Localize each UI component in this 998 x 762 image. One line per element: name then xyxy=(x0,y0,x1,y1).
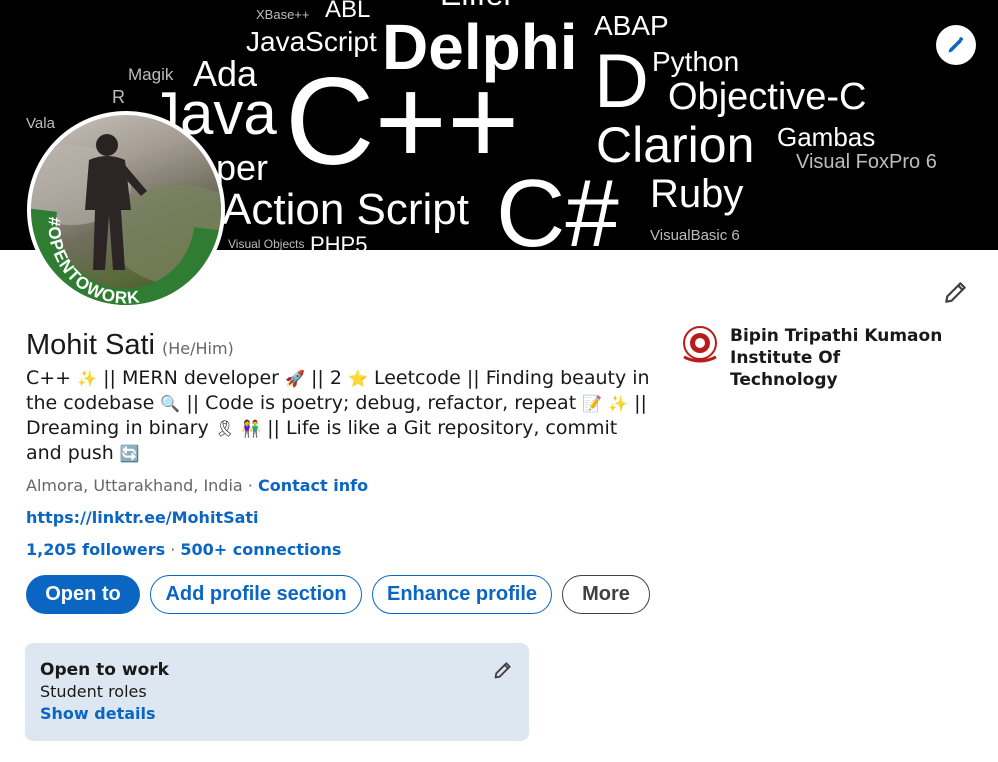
banner-word: ABL xyxy=(325,0,371,23)
banner-word: R xyxy=(112,87,125,107)
open-to-work-card: Open to work Student roles Show details xyxy=(25,643,529,741)
headline-text: || 2 xyxy=(310,367,342,389)
open-to-work-subtitle: Student roles xyxy=(40,682,147,701)
banner-word: PHP5 xyxy=(310,232,368,251)
banner-word: Ruby xyxy=(650,172,744,216)
followers-link[interactable]: 1,205 followers xyxy=(26,540,165,559)
edit-open-to-work-button[interactable] xyxy=(489,656,517,684)
location-text: Almora, Uttarakhand, India xyxy=(26,476,243,495)
edit-banner-button[interactable] xyxy=(936,25,976,65)
avatar: #OPENTOWORK xyxy=(31,115,221,305)
location-separator: · xyxy=(242,476,258,495)
banner-word: D xyxy=(594,39,649,124)
location-row: Almora, Uttarakhand, India · Contact inf… xyxy=(26,476,368,495)
banner-word: Visual FoxPro 6 xyxy=(796,151,937,173)
banner-word: Clarion xyxy=(596,117,755,173)
pencil-icon xyxy=(494,662,511,679)
sparkles-icon: ✨ xyxy=(77,369,98,388)
education-entry[interactable]: Bipin Tripathi Kumaon Institute Of Techn… xyxy=(680,325,950,391)
open-to-work-title: Open to work xyxy=(40,660,169,680)
banner-word: Python xyxy=(652,46,740,77)
school-name: Bipin Tripathi Kumaon Institute Of Techn… xyxy=(730,326,943,390)
pencil-icon xyxy=(945,282,966,303)
show-details-link[interactable]: Show details xyxy=(40,703,514,725)
profile-photo[interactable]: #OPENTOWORK xyxy=(27,111,225,309)
ribbon-icon: 🎗 xyxy=(214,419,236,438)
sparkles-icon: ✨ xyxy=(608,394,629,413)
website-link[interactable]: https://linktr.ee/MohitSati xyxy=(26,508,259,527)
banner-word: Visual Objects xyxy=(228,237,305,250)
school-logo-icon xyxy=(683,326,717,363)
magnifier-icon: 🔍 xyxy=(160,394,181,413)
banner-word: VisualBasic 6 xyxy=(650,227,740,244)
memo-icon: 📝 xyxy=(582,394,603,413)
profile-headline: C++ ✨ || MERN developer 🚀 || 2 ⭐ Leetcod… xyxy=(26,366,656,466)
rocket-icon: 🚀 xyxy=(285,369,305,388)
banner-word: per xyxy=(216,147,269,188)
repeat-icon: 🔄 xyxy=(119,444,140,463)
banner-word: Eiffel xyxy=(440,0,511,10)
connections-link[interactable]: 500+ connections xyxy=(180,540,341,559)
pronouns: (He/Him) xyxy=(161,339,234,358)
banner-word: C# xyxy=(496,160,619,251)
contact-info-link[interactable]: Contact info xyxy=(258,476,368,495)
more-button[interactable]: More xyxy=(562,575,650,614)
banner-word: C++ xyxy=(285,53,520,191)
headline-text: || MERN developer xyxy=(103,367,279,389)
headline-text: C++ xyxy=(26,367,72,389)
network-stats: 1,205 followers · 500+ connections xyxy=(26,540,341,559)
banner-word: Objective-C xyxy=(668,76,867,118)
pencil-icon xyxy=(948,37,964,53)
banner-word: JavaScript xyxy=(246,26,377,57)
banner-word: ABAP xyxy=(594,10,669,41)
star-icon: ⭐ xyxy=(347,369,368,388)
add-profile-section-button[interactable]: Add profile section xyxy=(150,575,362,614)
banner-word: Gambas xyxy=(777,122,876,152)
edit-intro-button[interactable] xyxy=(940,276,972,308)
people-icon: 👫 xyxy=(241,419,262,438)
banner-word: XBase++ xyxy=(256,7,310,22)
profile-name: Mohit Sati xyxy=(26,329,155,361)
enhance-profile-button[interactable]: Enhance profile xyxy=(372,575,552,614)
stats-separator: · xyxy=(165,540,181,559)
open-to-work-ring: #OPENTOWORK xyxy=(31,208,221,305)
open-to-button[interactable]: Open to xyxy=(26,575,140,614)
banner-word: Action Script xyxy=(222,185,469,234)
headline-text: || Code is poetry; debug, refactor, repe… xyxy=(186,392,583,414)
